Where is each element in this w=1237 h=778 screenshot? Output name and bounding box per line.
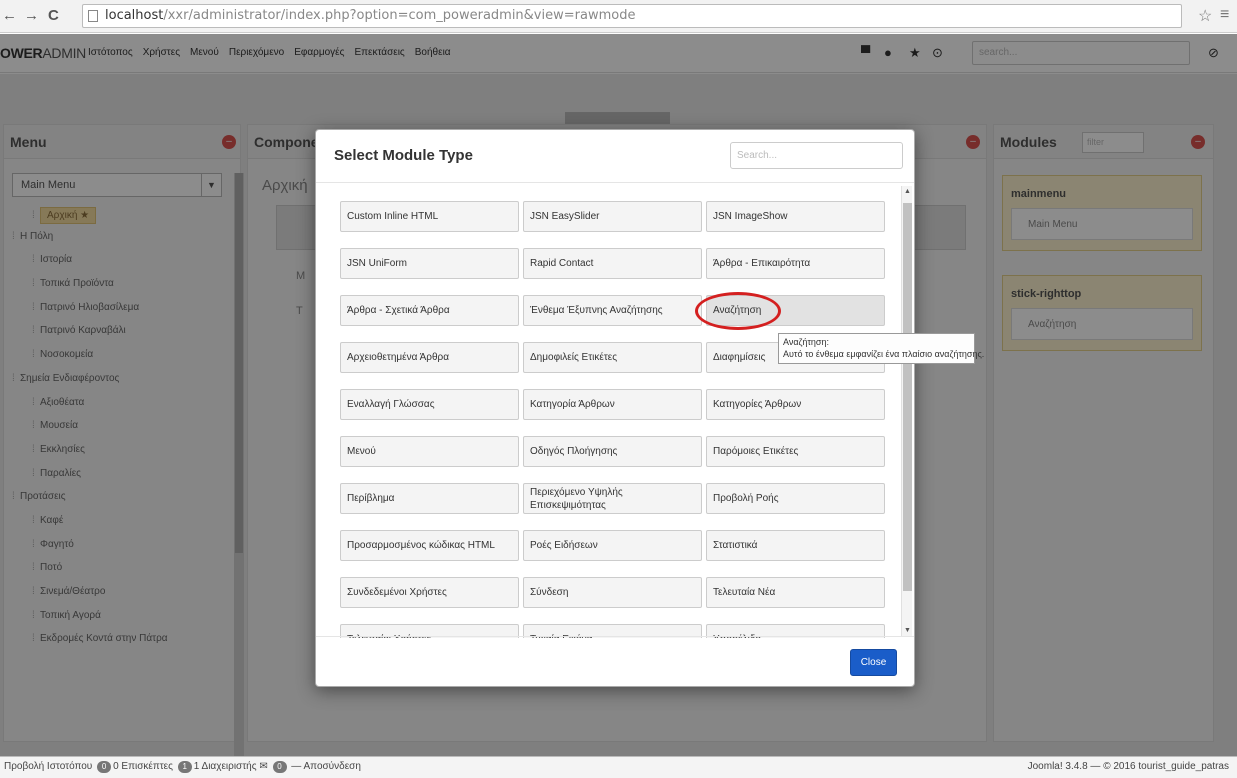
module-type-button[interactable]: Παρόμοιες Ετικέτες [706, 436, 885, 467]
close-button[interactable]: Close [850, 649, 897, 676]
bookmark-star-icon[interactable]: ☆ [1198, 6, 1212, 26]
select-module-dialog: Select Module Type Search... Custom Inli… [315, 129, 915, 687]
module-type-button[interactable]: Σύνδεση [523, 577, 702, 608]
module-type-button[interactable]: Μενού [340, 436, 519, 467]
scroll-down-icon[interactable]: ▼ [903, 627, 912, 634]
modal-scrollbar[interactable]: ▲ ▼ [901, 186, 912, 636]
module-search-input[interactable]: Search... [730, 142, 903, 169]
back-icon[interactable]: ← [2, 7, 17, 24]
footer-copyright: Joomla! 3.4.8 — © 2016 tourist_guide_pat… [1027, 761, 1229, 772]
module-type-button[interactable]: Ροές Ειδήσεων [523, 530, 702, 561]
messages-badge[interactable]: 0 [272, 761, 287, 773]
visitors-badge: 0 [97, 761, 112, 773]
page-icon [88, 10, 98, 22]
module-type-button[interactable]: Τελευταία Νέα [706, 577, 885, 608]
module-type-button[interactable]: Κατηγορία Άρθρων [523, 389, 702, 420]
module-type-button[interactable]: Rapid Contact [523, 248, 702, 279]
module-type-button[interactable]: JSN EasySlider [523, 201, 702, 232]
address-bar[interactable]: localhost/xxr/administrator/index.php?op… [82, 4, 1182, 28]
browser-toolbar: ← → C localhost/xxr/administrator/index.… [0, 0, 1237, 33]
scroll-up-icon[interactable]: ▲ [903, 188, 912, 195]
module-type-button[interactable]: Αρχειοθετημένα Άρθρα [340, 342, 519, 373]
module-type-button[interactable]: Εναλλαγή Γλώσσας [340, 389, 519, 420]
modal-title: Select Module Type [334, 147, 473, 164]
module-type-button[interactable]: Δημοφιλείς Ετικέτες [523, 342, 702, 373]
module-type-button[interactable]: Άρθρα - Σχετικά Άρθρα [340, 295, 519, 326]
url-path: /xxr/administrator/index.php?option=com_… [163, 8, 636, 23]
admins-badge: 1 [177, 761, 192, 773]
module-type-button[interactable]: Ένθεμα Έξυπνης Αναζήτησης [523, 295, 702, 326]
module-tooltip: Αναζήτηση: Αυτό το ένθεμα εμφανίζει ένα … [778, 333, 985, 364]
visitors-label: 0 Επισκέπτες [113, 761, 173, 772]
module-type-button[interactable]: JSN UniForm [340, 248, 519, 279]
module-type-button[interactable]: Περιεχόμενο Υψηλής Επισκεψιμότητας [523, 483, 702, 514]
dash-icon: — [291, 761, 302, 772]
module-type-button[interactable]: Οδηγός Πλοήγησης [523, 436, 702, 467]
module-type-button[interactable]: JSN ImageShow [706, 201, 885, 232]
module-type-button[interactable]: Αναζήτηση [706, 295, 885, 326]
module-type-button[interactable]: Συνδεδεμένοι Χρήστες [340, 577, 519, 608]
forward-icon[interactable]: → [24, 7, 39, 24]
module-type-grid: Custom Inline HTML JSN EasySlider JSN Imag… [340, 201, 885, 638]
view-site-link[interactable]: Προβολή Ιστοτόπου [4, 761, 92, 772]
mail-icon[interactable]: ✉ [259, 761, 267, 772]
module-type-button[interactable]: Περίβλημα [340, 483, 519, 514]
menu-icon[interactable]: ≡ [1220, 6, 1229, 24]
module-type-button[interactable]: Άρθρα - Επικαιρότητα [706, 248, 885, 279]
modal-body: Custom Inline HTML JSN EasySlider JSN Imag… [316, 183, 914, 638]
module-type-button[interactable]: Προβολή Ροής [706, 483, 885, 514]
module-type-button[interactable]: Προσαρμοσμένος κώδικας HTML [340, 530, 519, 561]
tooltip-title: Αναζήτηση: [783, 337, 829, 347]
logout-link[interactable]: Αποσύνδεση [304, 761, 361, 772]
tooltip-text: Αυτό το ένθεμα εμφανίζει ένα πλαίσιο ανα… [783, 349, 985, 359]
url-host: localhost [105, 8, 164, 23]
module-type-button[interactable]: Στατιστικά [706, 530, 885, 561]
modal-footer: Close [316, 636, 914, 686]
reload-icon[interactable]: C [48, 7, 59, 24]
module-type-button[interactable]: Κατηγορίες Άρθρων [706, 389, 885, 420]
status-bar: Προβολή Ιστοτόπου 00 Επισκέπτες 11 Διαχε… [0, 756, 1237, 778]
modal-header: Select Module Type Search... [316, 130, 914, 183]
scrollbar-thumb[interactable] [903, 203, 912, 591]
module-type-button[interactable]: Custom Inline HTML [340, 201, 519, 232]
admins-label: 1 Διαχειριστής [193, 761, 257, 772]
